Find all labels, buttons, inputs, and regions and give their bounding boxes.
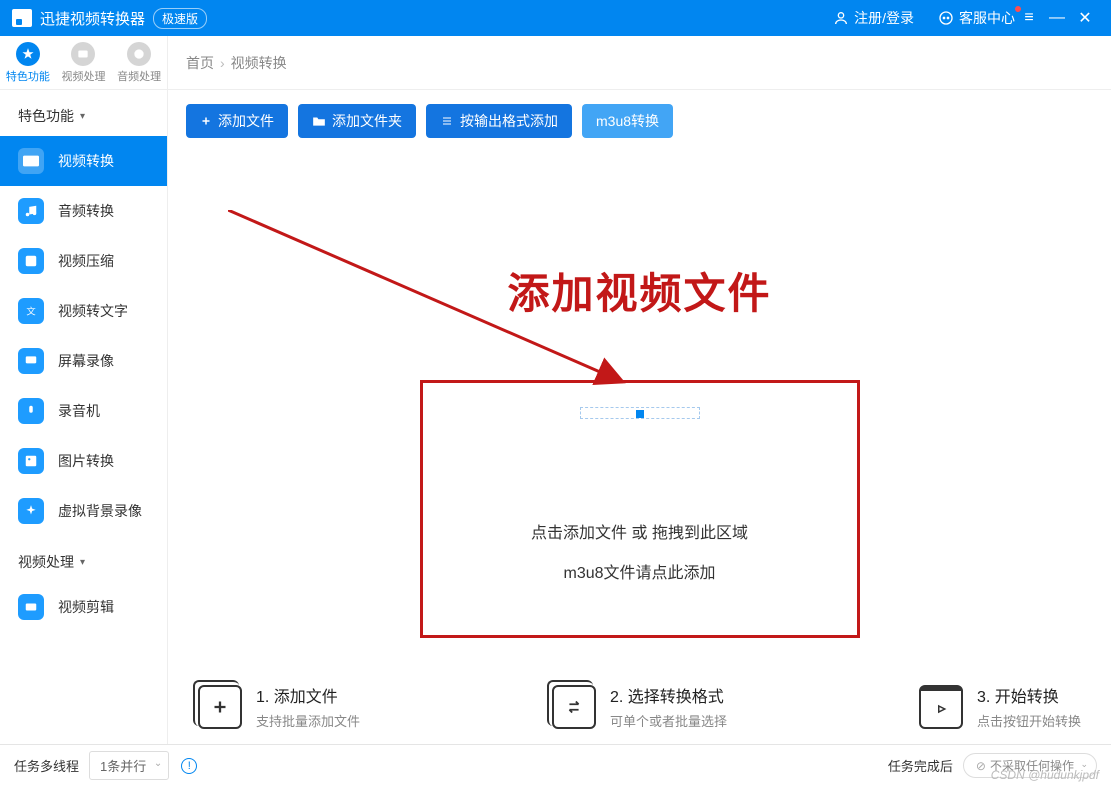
support-button[interactable]: 客服中心 xyxy=(938,8,1015,28)
compress-icon xyxy=(18,248,44,274)
scissors-icon xyxy=(18,594,44,620)
image-icon xyxy=(18,448,44,474)
minimize-button[interactable]: — xyxy=(1043,9,1071,27)
edition-badge: 极速版 xyxy=(153,8,207,29)
threads-select[interactable]: 1条并行⌄ xyxy=(89,751,169,780)
threads-label: 任务多线程 xyxy=(14,756,79,775)
video-icon xyxy=(71,42,95,66)
plus-stack-icon xyxy=(198,685,242,729)
svg-text:文: 文 xyxy=(26,306,35,317)
app-title: 迅捷视频转换器 xyxy=(40,8,145,29)
sidebar-item-image-convert[interactable]: 图片转换 xyxy=(0,436,167,486)
chevron-down-icon: ▾ xyxy=(80,557,85,568)
sidebar-item-audio-convert[interactable]: 音频转换 xyxy=(0,186,167,236)
titlebar: 迅捷视频转换器 极速版 注册/登录 客服中心 ≡ — ✕ xyxy=(0,0,1111,36)
sidebar-item-virtual-bg[interactable]: 虚拟背景录像 xyxy=(0,486,167,536)
sidebar-item-recorder[interactable]: 录音机 xyxy=(0,386,167,436)
steps-guide: 1. 添加文件支持批量添加文件 2. 选择转换格式可单个或者批量选择 3. 开始… xyxy=(198,683,1081,730)
drop-zone[interactable]: 点击添加文件 或 拖拽到此区域 m3u8文件请点此添加 xyxy=(420,380,860,638)
tab-featured[interactable]: 特色功能 xyxy=(6,42,50,84)
sparkle-icon xyxy=(18,498,44,524)
add-by-format-button[interactable]: 按输出格式添加 xyxy=(426,104,572,138)
tab-label: 特色功能 xyxy=(6,68,50,84)
swap-icon xyxy=(552,685,596,729)
film-icon xyxy=(18,148,44,174)
tab-video[interactable]: 视频处理 xyxy=(61,42,105,84)
upload-placeholder-icon xyxy=(580,407,700,419)
breadcrumb: 首页 › 视频转换 xyxy=(168,36,1111,89)
sidebar-item-video-to-text[interactable]: 文视频转文字 xyxy=(0,286,167,336)
notification-dot-icon xyxy=(1015,6,1021,12)
star-icon xyxy=(16,42,40,66)
sidebar-item-screen-record[interactable]: 屏幕录像 xyxy=(0,336,167,386)
login-label: 注册/登录 xyxy=(854,8,914,28)
drop-zone-text: 点击添加文件 或 拖拽到此区域 xyxy=(423,519,857,543)
breadcrumb-current: 视频转换 xyxy=(231,53,287,73)
chevron-down-icon: ⌄ xyxy=(154,758,162,769)
action-bar: 添加文件 添加文件夹 按输出格式添加 m3u8转换 xyxy=(186,90,1093,152)
step-3: 3. 开始转换点击按钮开始转换 xyxy=(919,683,1081,730)
sidebar-section-featured[interactable]: 特色功能▾ xyxy=(0,90,167,136)
sidebar: 特色功能▾ 视频转换 音频转换 视频压缩 文视频转文字 屏幕录像 录音机 图片转… xyxy=(0,90,168,744)
sidebar-item-video-convert[interactable]: 视频转换 xyxy=(0,136,167,186)
mic-icon xyxy=(18,398,44,424)
support-label: 客服中心 xyxy=(959,8,1015,28)
status-bar: 任务多线程 1条并行⌄ ! 任务完成后 不采取任何操作⌄ xyxy=(0,744,1111,786)
add-folder-button[interactable]: 添加文件夹 xyxy=(298,104,416,138)
add-file-button[interactable]: 添加文件 xyxy=(186,104,288,138)
sidebar-item-video-edit[interactable]: 视频剪辑 xyxy=(0,582,167,632)
top-row: 特色功能 视频处理 音频处理 首页 › 视频转换 xyxy=(0,36,1111,90)
play-clapper-icon xyxy=(919,685,963,729)
login-button[interactable]: 注册/登录 xyxy=(833,8,914,28)
info-icon[interactable]: ! xyxy=(181,758,197,774)
chevron-right-icon: › xyxy=(220,55,225,71)
main-content: 添加文件 添加文件夹 按输出格式添加 m3u8转换 添加视频文件 点击添加文件 … xyxy=(168,90,1111,744)
drop-zone-m3u8-link[interactable]: m3u8文件请点此添加 xyxy=(423,559,857,583)
tab-label: 音频处理 xyxy=(117,68,161,84)
step-1: 1. 添加文件支持批量添加文件 xyxy=(198,683,360,730)
tab-audio[interactable]: 音频处理 xyxy=(117,42,161,84)
breadcrumb-home[interactable]: 首页 xyxy=(186,53,214,73)
tab-label: 视频处理 xyxy=(61,68,105,84)
monitor-icon xyxy=(18,348,44,374)
app-logo-icon xyxy=(12,9,32,27)
music-icon xyxy=(18,198,44,224)
after-task-label: 任务完成后 xyxy=(888,756,953,775)
chevron-down-icon: ▾ xyxy=(80,111,85,122)
category-tabs: 特色功能 视频处理 音频处理 xyxy=(0,36,168,89)
close-button[interactable]: ✕ xyxy=(1071,8,1099,28)
text-icon: 文 xyxy=(18,298,44,324)
step-2: 2. 选择转换格式可单个或者批量选择 xyxy=(552,683,727,730)
sidebar-item-video-compress[interactable]: 视频压缩 xyxy=(0,236,167,286)
sidebar-section-video[interactable]: 视频处理▾ xyxy=(0,536,167,582)
watermark-text: CSDN @hudunkjpdf xyxy=(991,768,1099,782)
audio-icon xyxy=(127,42,151,66)
m3u8-convert-button[interactable]: m3u8转换 xyxy=(582,104,673,138)
